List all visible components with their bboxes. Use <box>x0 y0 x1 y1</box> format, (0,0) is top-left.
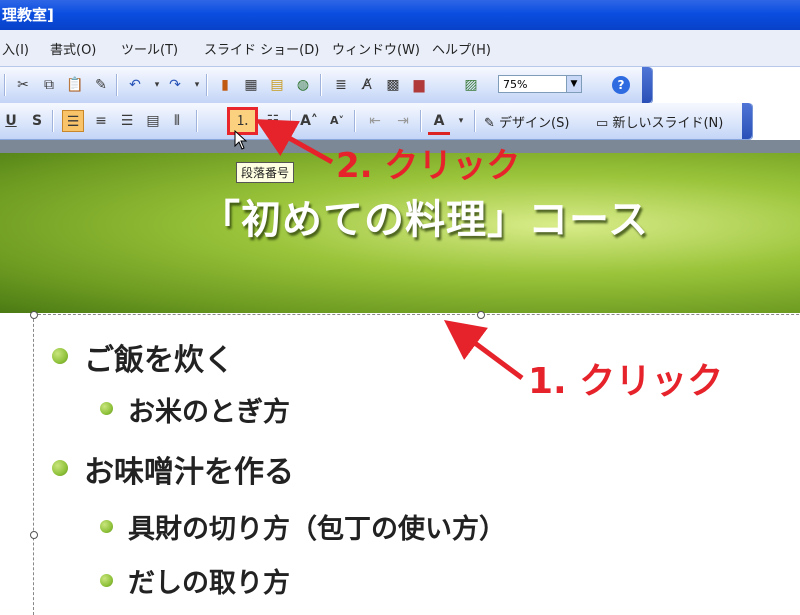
arrow-to-numbered-list <box>255 119 334 165</box>
bullet-dot <box>100 574 113 587</box>
annotation-step2: 2. クリック <box>336 146 521 186</box>
bullet-dot <box>100 520 113 533</box>
bullet-item[interactable]: お味噌汁を作る <box>84 447 294 491</box>
bullet-dot <box>52 460 68 476</box>
bullet-item[interactable]: だしの取り方 <box>128 561 290 600</box>
resize-handle[interactable] <box>477 311 485 319</box>
bullet-dot <box>52 348 68 364</box>
bullet-item[interactable]: お米のとぎ方 <box>128 390 290 429</box>
resize-handle[interactable] <box>30 311 38 319</box>
bullet-item[interactable]: ご飯を炊く <box>84 335 234 379</box>
bullet-dot <box>100 402 113 415</box>
resize-handle[interactable] <box>30 531 38 539</box>
bullet-item[interactable]: 具財の切り方（包丁の使い方） <box>128 507 506 546</box>
